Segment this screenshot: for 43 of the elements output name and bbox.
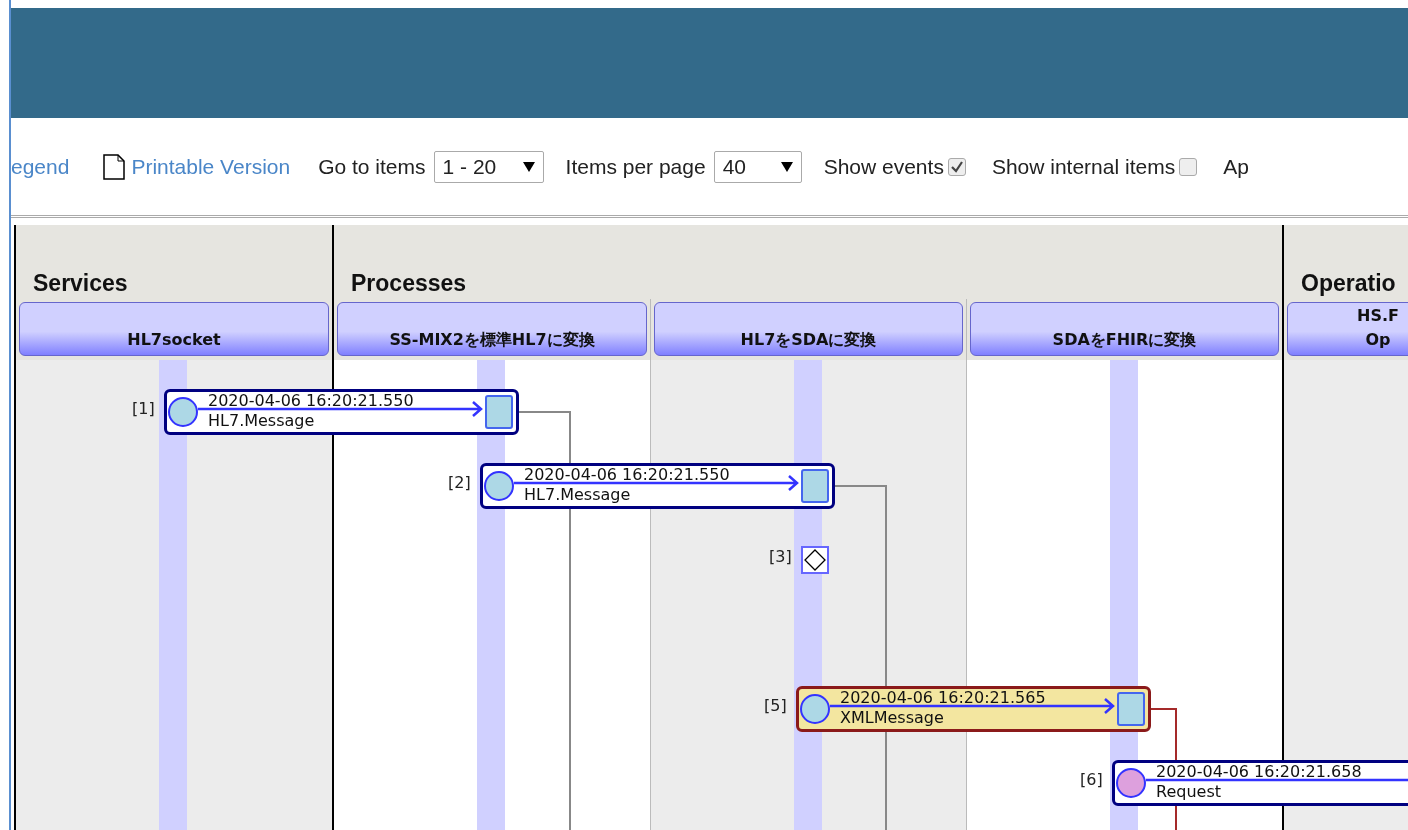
message-box[interactable]: 2020-04-06 16:20:21.658 Request xyxy=(1112,760,1408,806)
host-header[interactable]: SDAをFHIRに変換 xyxy=(970,302,1279,356)
message-type: Request xyxy=(1156,783,1221,801)
show-events-label: Show events xyxy=(823,154,944,179)
legend-link[interactable]: egend xyxy=(11,154,70,179)
target-box-icon xyxy=(801,469,829,504)
host-header[interactable]: SS-MIX2を標準HL7に変換 xyxy=(337,302,647,356)
message-time: 2020-04-06 16:20:21.565 xyxy=(840,688,1046,707)
caret-icon xyxy=(522,161,535,172)
show-internal-items-checkbox[interactable] xyxy=(1179,157,1198,176)
message-box[interactable]: 2020-04-06 16:20:21.565 XMLMessage xyxy=(796,685,1151,732)
message-type: HL7.Message xyxy=(524,486,631,505)
group-title: Services xyxy=(33,270,128,297)
printable-version-link[interactable]: Printable Version xyxy=(131,154,291,179)
document-icon xyxy=(103,153,126,180)
host-header[interactable]: HL7socket xyxy=(19,302,329,356)
target-box-icon xyxy=(485,395,513,429)
message-time: 2020-04-06 16:20:21.550 xyxy=(208,392,414,410)
show-internal-items-label: Show internal items xyxy=(991,154,1176,179)
item-number: [2] xyxy=(448,473,471,493)
items-per-page-label: Items per page xyxy=(565,154,706,179)
group-title: Operatio xyxy=(1301,270,1396,297)
host-header[interactable]: HL7をSDAに変換 xyxy=(654,302,963,356)
go-to-items-select[interactable]: 1 - 20 xyxy=(433,150,544,183)
target-box-icon xyxy=(1117,691,1145,726)
items-per-page-select[interactable]: 40 xyxy=(713,150,802,183)
group-title: Processes xyxy=(351,270,467,297)
item-number: [1] xyxy=(132,399,155,418)
go-to-items-label: Go to items xyxy=(318,154,426,179)
message-box[interactable]: 2020-04-06 16:20:21.550 HL7.Message xyxy=(164,389,519,435)
message-type: XMLMessage xyxy=(840,708,944,727)
item-number: [6] xyxy=(1080,770,1103,789)
message-box[interactable]: 2020-04-06 16:20:21.550 HL7.Message xyxy=(480,463,835,510)
show-events-checkbox[interactable] xyxy=(947,157,966,176)
message-type: HL7.Message xyxy=(208,412,315,430)
message-time: 2020-04-06 16:20:21.550 xyxy=(524,466,730,485)
item-number: [5] xyxy=(764,695,787,715)
item-number: [3] xyxy=(769,547,792,567)
message-time: 2020-04-06 16:20:21.658 xyxy=(1156,763,1362,781)
toolbar-label: Ap xyxy=(1223,154,1249,179)
host-header[interactable]: HS.F Op xyxy=(1287,302,1408,356)
event-icon[interactable] xyxy=(801,546,829,575)
caret-icon xyxy=(780,161,793,172)
